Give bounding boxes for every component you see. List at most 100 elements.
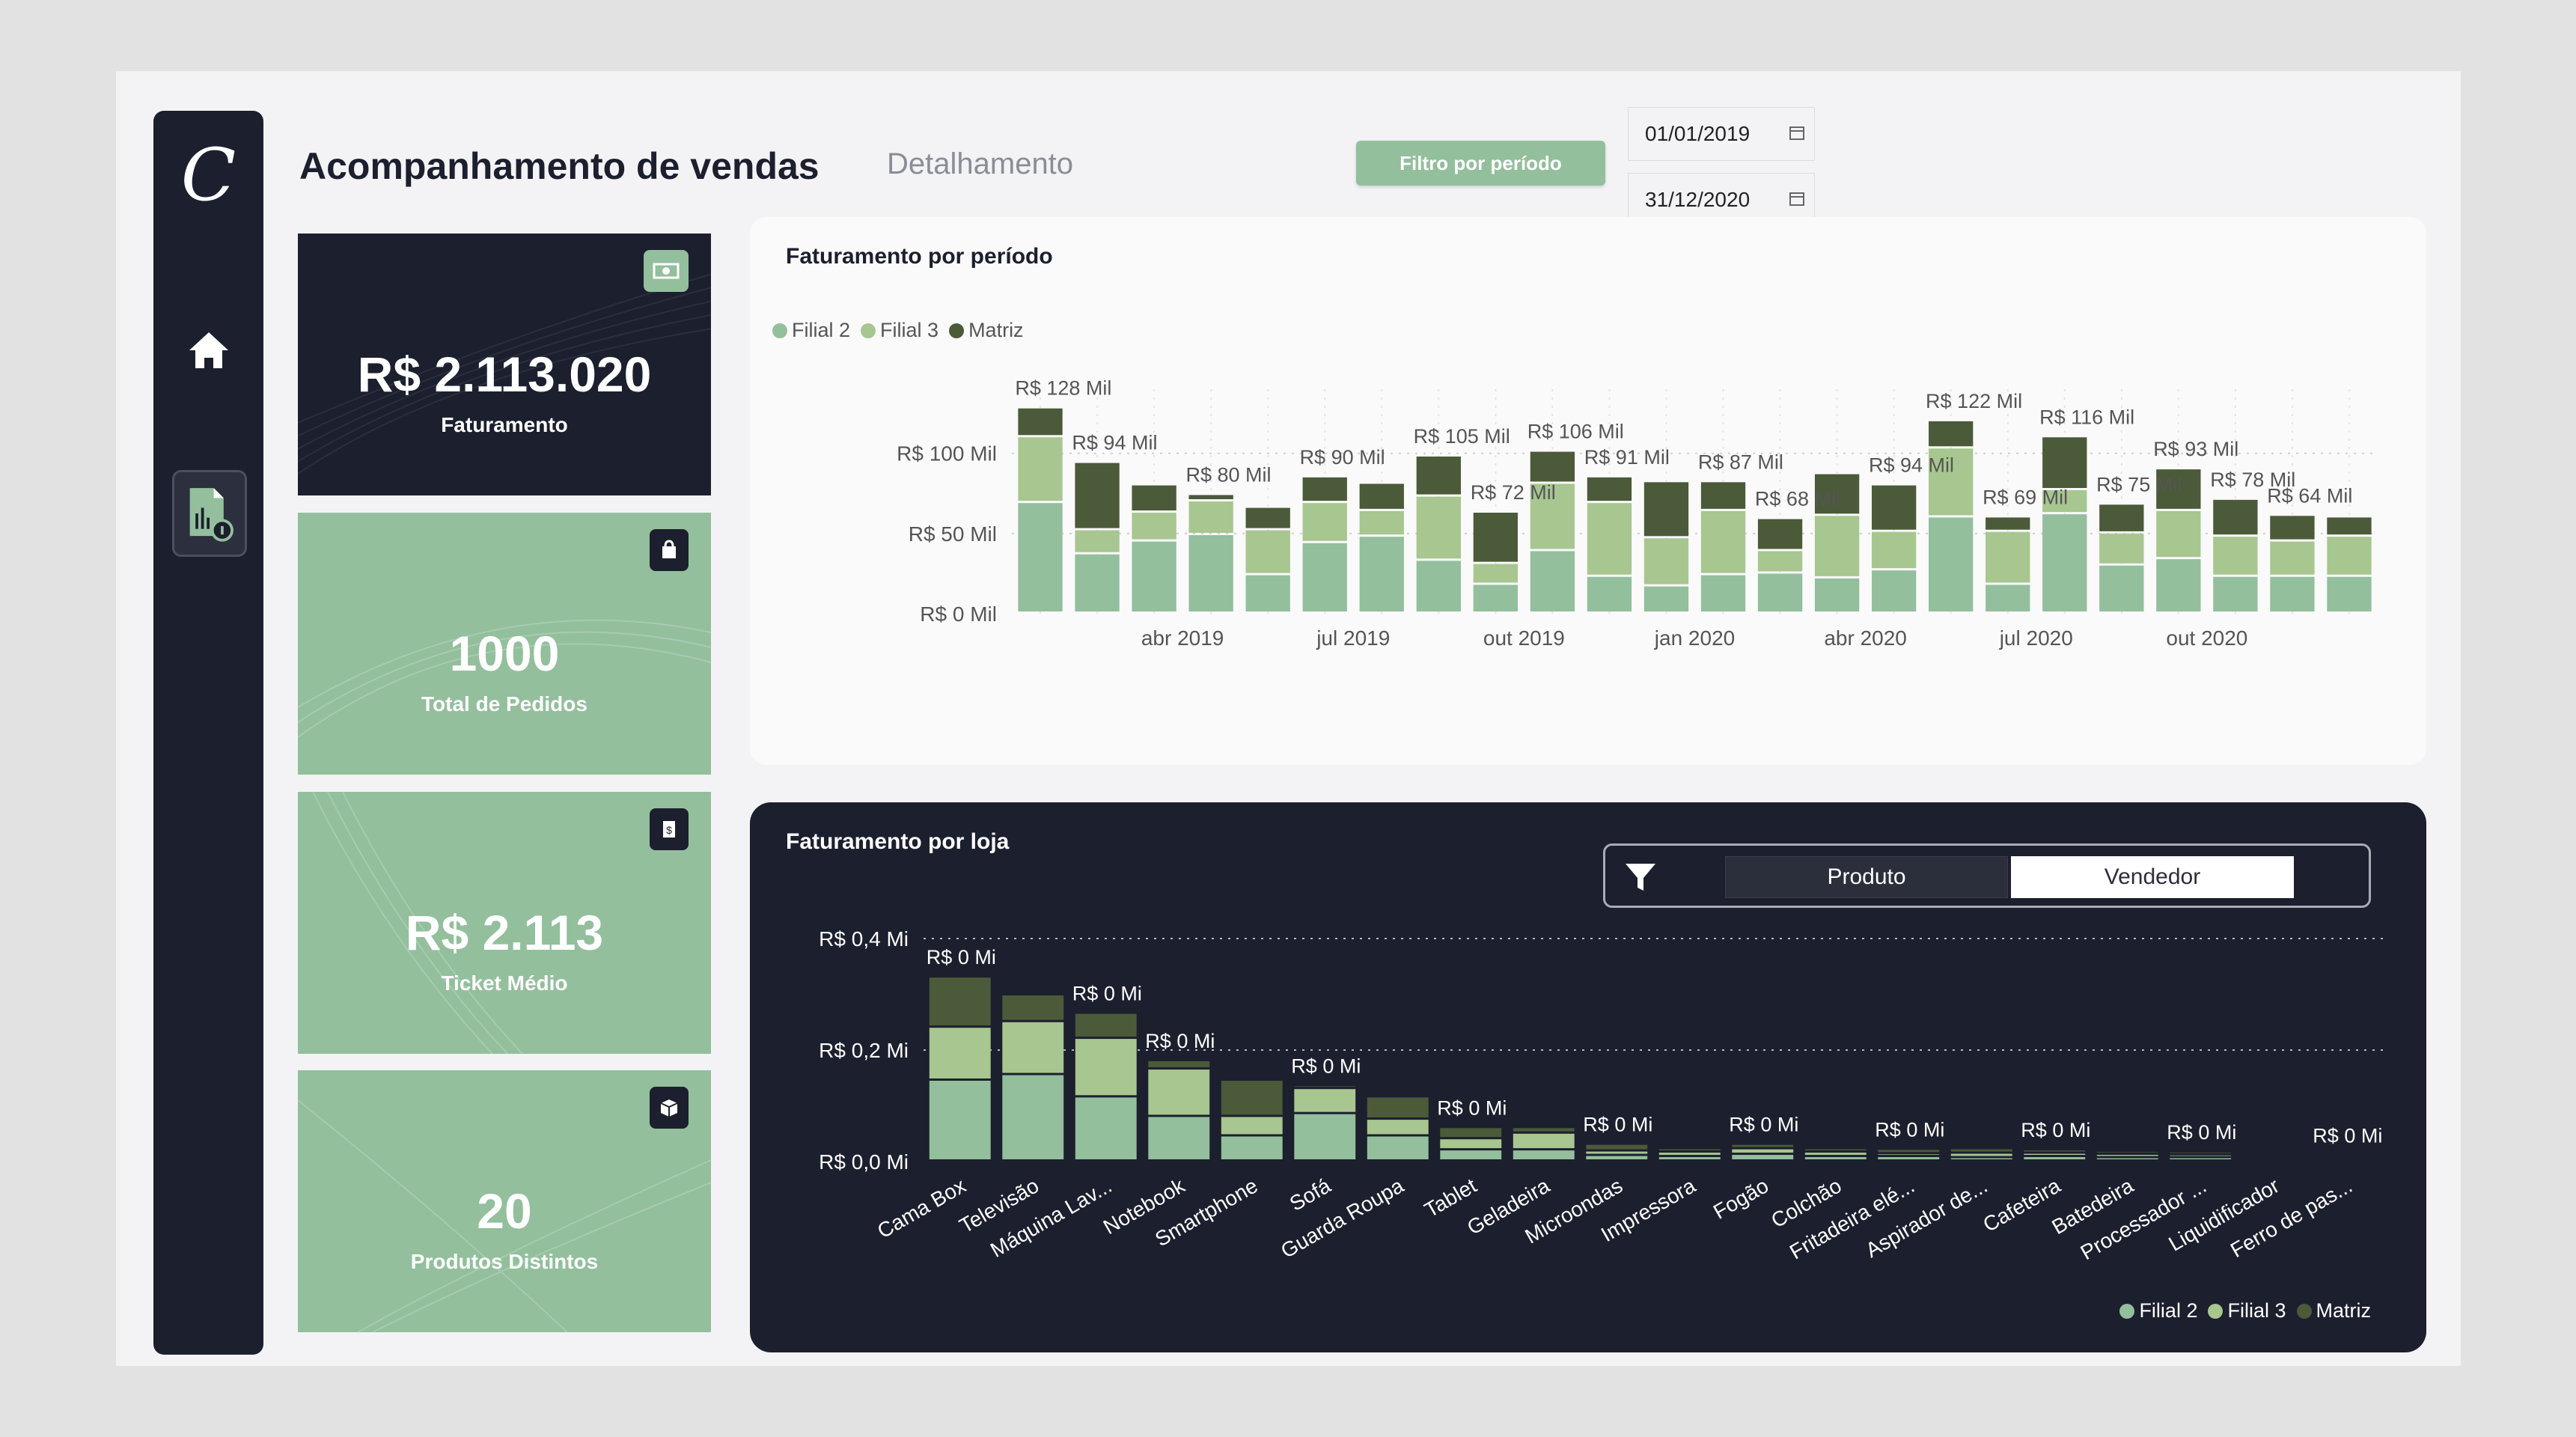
bar-segment	[1950, 1153, 2012, 1156]
x-tick-label: out 2020	[2166, 626, 2247, 650]
data-label: R$ 0 Mi	[1145, 1030, 1215, 1052]
bar-segment	[1700, 482, 1746, 509]
money-icon	[644, 250, 689, 292]
kpi-value: R$ 2.113	[405, 905, 604, 960]
data-label: R$ 0 Mi	[927, 946, 996, 968]
bar-segment	[2327, 517, 2372, 535]
bar-segment	[1586, 1151, 1648, 1154]
bar-segment	[1294, 1089, 1356, 1112]
bar-segment	[2213, 537, 2258, 575]
data-label: R$ 0 Mi	[2021, 1119, 2090, 1141]
bar-segment	[1643, 538, 1689, 585]
home-icon[interactable]	[186, 328, 231, 373]
bar-segment	[1416, 496, 1461, 559]
brand-logo: C	[180, 133, 236, 217]
y-tick-label: R$ 0,4 Mi	[819, 927, 909, 951]
x-tick-label: Cama Box	[873, 1174, 970, 1242]
bar-segment	[1586, 1144, 1648, 1150]
bar-segment	[1440, 1128, 1502, 1138]
bar-segment	[1002, 1075, 1064, 1159]
page-subtitle: Detalhamento	[887, 147, 1074, 180]
store-chart-card: Faturamento por loja Produto Vendedor Fi…	[750, 802, 2426, 1352]
bar-segment	[1929, 517, 1974, 611]
kpi-label: Produtos Distintos	[410, 1250, 599, 1273]
bar-segment	[1188, 501, 1233, 533]
x-tick-label: Fogão	[1709, 1174, 1772, 1224]
bar-segment	[1757, 519, 1803, 549]
bar-segment	[1929, 421, 1974, 447]
y-tick-label: R$ 0,0 Mi	[819, 1150, 909, 1174]
bar-segment	[1416, 457, 1461, 495]
bar-segment	[1530, 551, 1575, 611]
x-tick-label: Processador ...	[2077, 1174, 2211, 1264]
nav-report-button[interactable]	[172, 470, 247, 557]
kpi-value: 20	[477, 1183, 532, 1239]
x-tick-label: abr 2019	[1141, 626, 1224, 650]
bar-segment	[1513, 1150, 1575, 1159]
bar-segment	[1245, 575, 1290, 611]
bar-segment	[1188, 535, 1233, 611]
kpi-value: R$ 2.113.020	[357, 347, 652, 402]
data-label: R$ 72 Mil	[1471, 481, 1556, 504]
date-end-text: 31/12/2020	[1645, 188, 1751, 211]
bar-segment	[2270, 541, 2315, 575]
bar-segment	[2270, 576, 2315, 611]
bar-segment	[2213, 499, 2258, 535]
bar-segment	[1359, 483, 1404, 509]
bar-segment	[1586, 1156, 1648, 1159]
period-chart: R$ 0 Mil R$ 50 Mil R$ 100 Mil R$ 128 Mil R$ …	[897, 377, 2378, 650]
data-label: R$ 122 Mil	[1926, 390, 2022, 412]
bar-segment	[2096, 1155, 2158, 1156]
bar-segment	[1658, 1157, 1721, 1159]
y-tick-label: R$ 50 Mil	[909, 522, 997, 546]
bar-segment	[1367, 1136, 1429, 1159]
bar-segment	[2327, 576, 2372, 611]
data-label: R$ 116 Mil	[2039, 406, 2134, 428]
x-tick-label: jul 2020	[1999, 626, 2073, 650]
kpi-value: 1000	[449, 626, 560, 681]
kpi-orders-card: 1000 Total de Pedidos	[298, 513, 711, 775]
bar-segment	[1018, 503, 1063, 611]
bar-segment	[1221, 1080, 1283, 1115]
bar-segment	[1700, 575, 1746, 611]
bar-segment	[1148, 1061, 1210, 1068]
bar-segment	[2099, 504, 2144, 531]
x-tick-label: Guarda Roupa	[1277, 1174, 1408, 1263]
bar-segment	[1188, 495, 1233, 499]
data-label: R$ 87 Mil	[1698, 451, 1783, 473]
bar-segment	[2327, 537, 2372, 575]
kpi-revenue-card: R$ 2.113.020 Faturamento	[298, 234, 711, 495]
data-label: R$ 69 Mil	[1983, 486, 2068, 508]
x-tick-label: Máquina Lav...	[986, 1174, 1116, 1262]
bar-segment	[1513, 1133, 1575, 1149]
x-tick-label: abr 2020	[1824, 626, 1907, 650]
data-label: R$ 0 Mi	[1072, 983, 1142, 1005]
bar-segment	[1473, 585, 1519, 611]
bar-segment	[1587, 477, 1632, 501]
bar-segment	[2213, 576, 2258, 611]
x-tick-label: Ferro de pas...	[2226, 1174, 2356, 1262]
report-canvas: C Acompanhamento de vendas Detalhamento …	[116, 71, 2461, 1366]
bar-segment	[1075, 1039, 1137, 1096]
data-label: R$ 0 Mi	[1583, 1114, 1652, 1136]
data-label: R$ 0 Mi	[2167, 1121, 2236, 1144]
bar-segment	[2024, 1150, 2086, 1152]
y-tick-label: R$ 0,2 Mi	[819, 1039, 909, 1062]
bar-segment	[1075, 530, 1120, 552]
data-label: R$ 128 Mil	[1015, 377, 1111, 400]
bar-segment	[1473, 513, 1519, 562]
date-start-input[interactable]: 01/01/2019	[1628, 107, 1815, 161]
bar-segment	[1587, 576, 1632, 611]
store-chart: R$ 0,0 Mi R$ 0,2 Mi R$ 0,4 Mi R$ 0 Mi R$ 0 M…	[819, 927, 2383, 1264]
bar-segment	[1700, 510, 1746, 573]
kpi-label: Faturamento	[441, 413, 568, 436]
bar-segment	[1245, 530, 1290, 573]
bar-segment	[2042, 514, 2087, 611]
bar-segment	[1359, 510, 1404, 535]
bar-segment	[2156, 559, 2201, 611]
period-filter-button[interactable]: Filtro por período	[1356, 141, 1605, 186]
report-icon	[189, 488, 234, 542]
calendar-icon[interactable]	[1789, 124, 1805, 141]
bar-segment	[1804, 1157, 1867, 1159]
calendar-icon[interactable]	[1789, 190, 1805, 207]
